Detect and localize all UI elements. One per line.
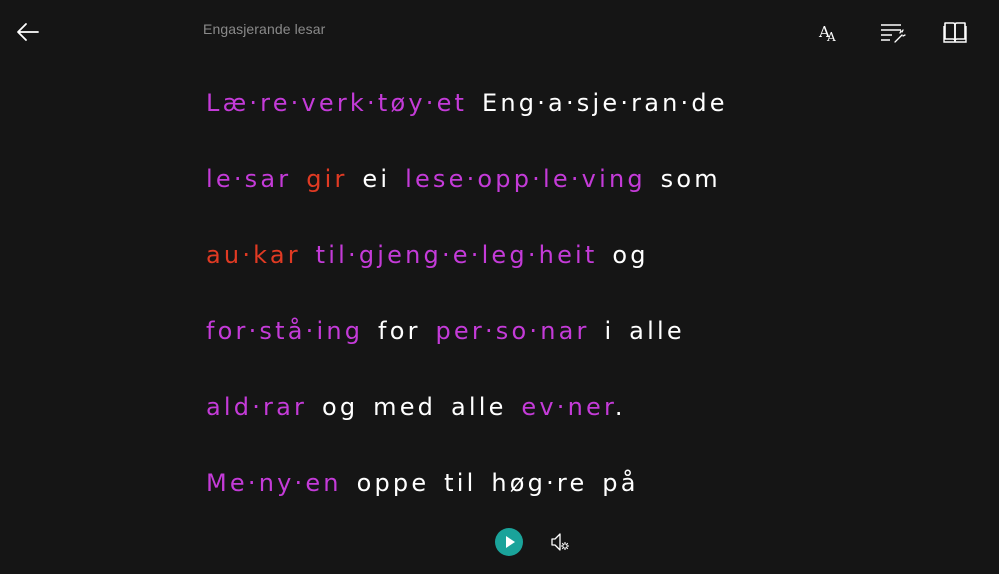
arrow-left-icon bbox=[17, 23, 39, 41]
word-plain[interactable]: oppe bbox=[357, 469, 430, 497]
word-noun[interactable]: Læ·re·verk·tøy·et bbox=[206, 89, 467, 117]
word-noun[interactable]: le·sar bbox=[206, 165, 291, 193]
back-button[interactable] bbox=[14, 18, 42, 46]
word-plain[interactable]: i bbox=[604, 317, 614, 345]
word-noun[interactable]: ev·ner bbox=[521, 393, 614, 421]
reading-preferences-button[interactable] bbox=[941, 18, 969, 46]
play-icon bbox=[506, 536, 515, 548]
reader-line: le·sar gir ei lese·opp·le·ving som bbox=[206, 160, 886, 236]
text-preferences-button[interactable]: A A bbox=[815, 18, 843, 46]
word-noun[interactable]: for·stå·ing bbox=[206, 317, 363, 345]
book-icon bbox=[943, 22, 967, 43]
word-plain[interactable]: alle bbox=[629, 317, 685, 345]
word-noun[interactable]: lese·opp·le·ving bbox=[405, 165, 646, 193]
word-plain[interactable]: ei bbox=[362, 165, 390, 193]
word-plain[interactable]: og bbox=[612, 241, 648, 269]
word-plain[interactable]: Eng·a·sje·ran·de bbox=[482, 89, 728, 117]
word-plain[interactable]: til bbox=[444, 469, 476, 497]
text-size-icon: A A bbox=[818, 23, 836, 44]
reader-line: ald·rar og med alle ev·ner. bbox=[206, 388, 886, 464]
voice-settings-icon bbox=[551, 533, 569, 551]
svg-text:A: A bbox=[826, 30, 836, 44]
app-title: Engasjerande lesar bbox=[203, 21, 326, 37]
word-plain[interactable]: for bbox=[378, 317, 421, 345]
word-plain[interactable]: høg·re bbox=[491, 469, 587, 497]
reader-line: Læ·re·verk·tøy·et Eng·a·sje·ran·de bbox=[206, 84, 886, 160]
word-noun[interactable]: ald·rar bbox=[206, 393, 307, 421]
word-verb[interactable]: gir bbox=[306, 165, 347, 193]
reader-line: au·kar til·gjeng·e·leg·heit og bbox=[206, 236, 886, 312]
word-plain[interactable]: på bbox=[602, 469, 638, 497]
reading-area: Læ·re·verk·tøy·et Eng·a·sje·ran·de le·sar… bbox=[206, 84, 886, 540]
top-toolbar: Engasjerande lesar A A bbox=[0, 0, 999, 62]
voice-settings-button[interactable] bbox=[550, 531, 570, 553]
reader-line: for·stå·ing for per·so·nar i alle bbox=[206, 312, 886, 388]
word-verb[interactable]: au·kar bbox=[206, 241, 301, 269]
word-noun[interactable]: Me·ny·en bbox=[206, 469, 342, 497]
word-plain[interactable]: med bbox=[373, 393, 436, 421]
playback-bar bbox=[0, 520, 999, 564]
word-plain[interactable]: . bbox=[615, 393, 626, 421]
grammar-options-icon bbox=[881, 24, 906, 43]
grammar-options-button[interactable] bbox=[878, 18, 906, 46]
word-noun[interactable]: til·gjeng·e·leg·heit bbox=[316, 241, 598, 269]
word-plain[interactable]: som bbox=[661, 165, 721, 193]
word-noun[interactable]: per·so·nar bbox=[436, 317, 590, 345]
word-plain[interactable]: alle bbox=[451, 393, 507, 421]
play-button[interactable] bbox=[495, 528, 523, 556]
word-plain[interactable]: og bbox=[322, 393, 358, 421]
